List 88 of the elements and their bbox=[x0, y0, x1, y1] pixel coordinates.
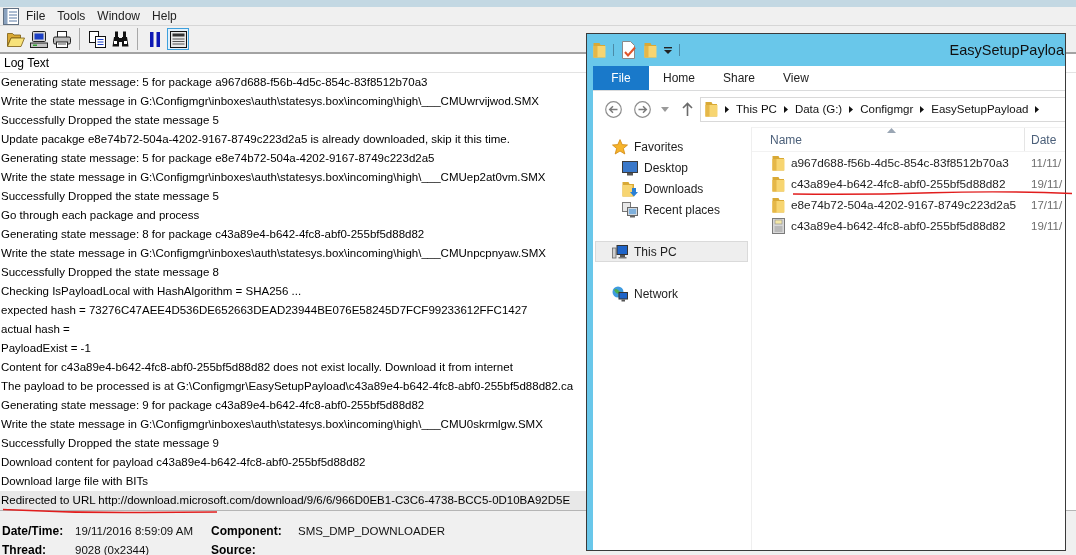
open-folder-icon bbox=[7, 31, 25, 47]
log-line[interactable]: The payload to be processed is at G:\Configmgr\EasySetupPayload\c43a89e4-b642-4fc8-abf0-255bf5d88d82.ca bbox=[0, 377, 586, 396]
nav-item[interactable]: Favorites bbox=[595, 136, 748, 157]
menu-item[interactable]: Tools bbox=[51, 8, 92, 24]
field-label: Thread: bbox=[2, 542, 47, 555]
document-check-icon[interactable] bbox=[621, 41, 637, 59]
log-line[interactable]: Successfully Dropped the state message 5 bbox=[0, 111, 586, 130]
log-line[interactable]: Successfully Dropped the state message 9 bbox=[0, 434, 586, 453]
file-date: 19/11/ bbox=[1030, 219, 1063, 232]
log-line[interactable]: PayloadExist = -1 bbox=[0, 339, 586, 358]
file-name[interactable]: c43a89e4-b642-4fc8-abf0-255bf5d88d82 bbox=[791, 176, 1006, 191]
breadcrumb[interactable]: Data (G:) bbox=[794, 103, 843, 115]
folder-icon bbox=[772, 154, 785, 171]
field-value: 19/11/2016 8:59:09 AM bbox=[75, 524, 195, 537]
log-line[interactable]: Generating state message: 5 for package a967d688-f56b-4d5c-854c-83f8512b70a3 bbox=[0, 73, 586, 92]
copy-button[interactable] bbox=[86, 28, 108, 50]
nav-item[interactable]: This PC bbox=[595, 241, 748, 262]
chevron-icon[interactable] bbox=[849, 105, 854, 113]
field-label: Component: bbox=[211, 523, 283, 538]
print-button[interactable] bbox=[51, 28, 73, 50]
folder-icon bbox=[705, 101, 718, 117]
breadcrumb[interactable]: Configmgr bbox=[860, 103, 914, 115]
printer-icon bbox=[53, 30, 71, 48]
chevron-icon[interactable] bbox=[725, 105, 729, 113]
binoculars-icon bbox=[111, 31, 129, 47]
file-date: 11/11/ bbox=[1030, 156, 1062, 169]
field-value: SMS_DMP_DOWNLOADER bbox=[298, 524, 446, 537]
archive-file-icon bbox=[772, 217, 785, 234]
log-line[interactable]: Write the state message in G:\Configmgr\inboxes\auth\statesys.box\incoming\high\___CMU0skrmlgw.SMX bbox=[0, 415, 586, 434]
field-label: Date/Time: bbox=[2, 523, 65, 538]
file-menu-button[interactable]: File bbox=[593, 66, 649, 90]
view-button[interactable] bbox=[167, 28, 189, 50]
chevron-icon[interactable] bbox=[1035, 105, 1040, 113]
log-line[interactable]: actual hash = bbox=[0, 320, 586, 339]
monitor-icon bbox=[622, 159, 638, 176]
chevron-icon[interactable] bbox=[920, 105, 925, 113]
log-line[interactable]: Generating state message: 9 for package c43a89e4-b642-4fc8-abf0-255bf5d88d82 bbox=[0, 396, 586, 415]
nav-item[interactable]: Network bbox=[595, 283, 748, 304]
log-line[interactable]: Checking IsPayloadLocal with HashAlgorithm = SHA256 ... bbox=[0, 282, 586, 301]
address-bar[interactable]: This PC Data (G:) Configmgr EasySetupPayload bbox=[700, 96, 1065, 122]
file-date: 19/11/ bbox=[1030, 177, 1063, 190]
file-name[interactable]: a967d688-f56b-4d5c-854c-83f8512b70a3 bbox=[791, 155, 1009, 170]
copy-icon bbox=[88, 30, 106, 48]
log-line[interactable]: Generating state message: 8 for package c43a89e4-b642-4fc8-abf0-255bf5d88d82 bbox=[0, 225, 586, 244]
log-line[interactable]: Go through each package and process bbox=[0, 206, 586, 225]
up-arrow-icon[interactable] bbox=[682, 102, 693, 116]
log-line[interactable]: Write the state message in G:\Configmgr\inboxes\auth\statesys.box\incoming\high\___CMUwrvijwod.SMX bbox=[0, 92, 586, 111]
computer-button[interactable] bbox=[28, 28, 50, 50]
folder-icon bbox=[644, 42, 657, 58]
menu-item[interactable]: Window bbox=[91, 8, 147, 24]
column-header[interactable]: Name bbox=[752, 128, 1025, 151]
log-line[interactable]: Write the state message in G:\Configmgr\inboxes\auth\statesys.box\incoming\high\___CMUep2at0vm.SMX bbox=[0, 168, 586, 187]
list-view-icon bbox=[169, 30, 187, 48]
log-line[interactable]: Content for c43a89e4-b642-4fc8-abf0-255bf5d88d82 does not exist locally. Download it from internet bbox=[0, 358, 586, 377]
file-name[interactable]: c43a89e4-b642-4fc8-abf0-255bf5d88d82 bbox=[791, 218, 1006, 233]
folder-icon bbox=[772, 196, 785, 213]
nav-item[interactable]: Desktop bbox=[595, 157, 748, 178]
list-document-icon bbox=[3, 7, 19, 25]
star-icon bbox=[612, 138, 628, 155]
file-date: 17/11/ bbox=[1030, 198, 1063, 211]
field-value: 9028 (0x2344) bbox=[75, 543, 151, 555]
log-line[interactable]: Generating state message: 5 for package e8e74b72-504a-4202-9167-8749c223d2a5 bbox=[0, 149, 586, 168]
log-line[interactable]: Update pacakge e8e74b72-504a-4202-9167-8749c223d2a5 is already downloaded, skip it this time. bbox=[0, 130, 586, 149]
log-line[interactable]: Write the state message in G:\Configmgr\inboxes\auth\statesys.box\incoming\high\___CMUnpcpnyaw.SMX bbox=[0, 244, 586, 263]
chevron-icon[interactable] bbox=[783, 105, 788, 113]
breadcrumb[interactable]: This PC bbox=[736, 103, 777, 115]
computer-icon bbox=[612, 243, 628, 260]
column-header[interactable]: Date bbox=[1025, 128, 1057, 151]
log-line[interactable]: Download content for payload c43a89e4-b642-4fc8-abf0-255bf5d88d82 bbox=[0, 453, 586, 472]
folder-icon bbox=[772, 175, 785, 192]
nav-item[interactable]: Downloads bbox=[595, 178, 748, 199]
computer-icon bbox=[30, 30, 48, 48]
folder-icon bbox=[593, 42, 606, 58]
log-line[interactable]: expected hash = 73276C47AEE4D536DE652663DEAD23944BE076E58245D7FCF99233612FFC1427 bbox=[0, 301, 586, 320]
field-label: Source: bbox=[211, 542, 257, 555]
download-folder-icon bbox=[622, 180, 638, 197]
log-line[interactable]: Download large file with BITs bbox=[0, 472, 586, 491]
file-name[interactable]: e8e74b72-504a-4202-9167-8749c223d2a5 bbox=[791, 197, 1016, 212]
recent-places-icon bbox=[622, 201, 638, 218]
nav-item[interactable]: Recent places bbox=[595, 199, 748, 220]
menu-item[interactable]: Help bbox=[146, 8, 183, 24]
log-line[interactable]: Successfully Dropped the state message 5 bbox=[0, 187, 586, 206]
network-globe-icon bbox=[612, 285, 628, 302]
log-line[interactable]: Successfully Dropped the state message 8 bbox=[0, 263, 586, 282]
breadcrumb[interactable]: EasySetupPayload bbox=[931, 103, 1029, 115]
dropdown-caret-icon[interactable] bbox=[664, 46, 672, 54]
menu-item[interactable]: File bbox=[20, 8, 52, 24]
pause-icon bbox=[150, 31, 160, 47]
